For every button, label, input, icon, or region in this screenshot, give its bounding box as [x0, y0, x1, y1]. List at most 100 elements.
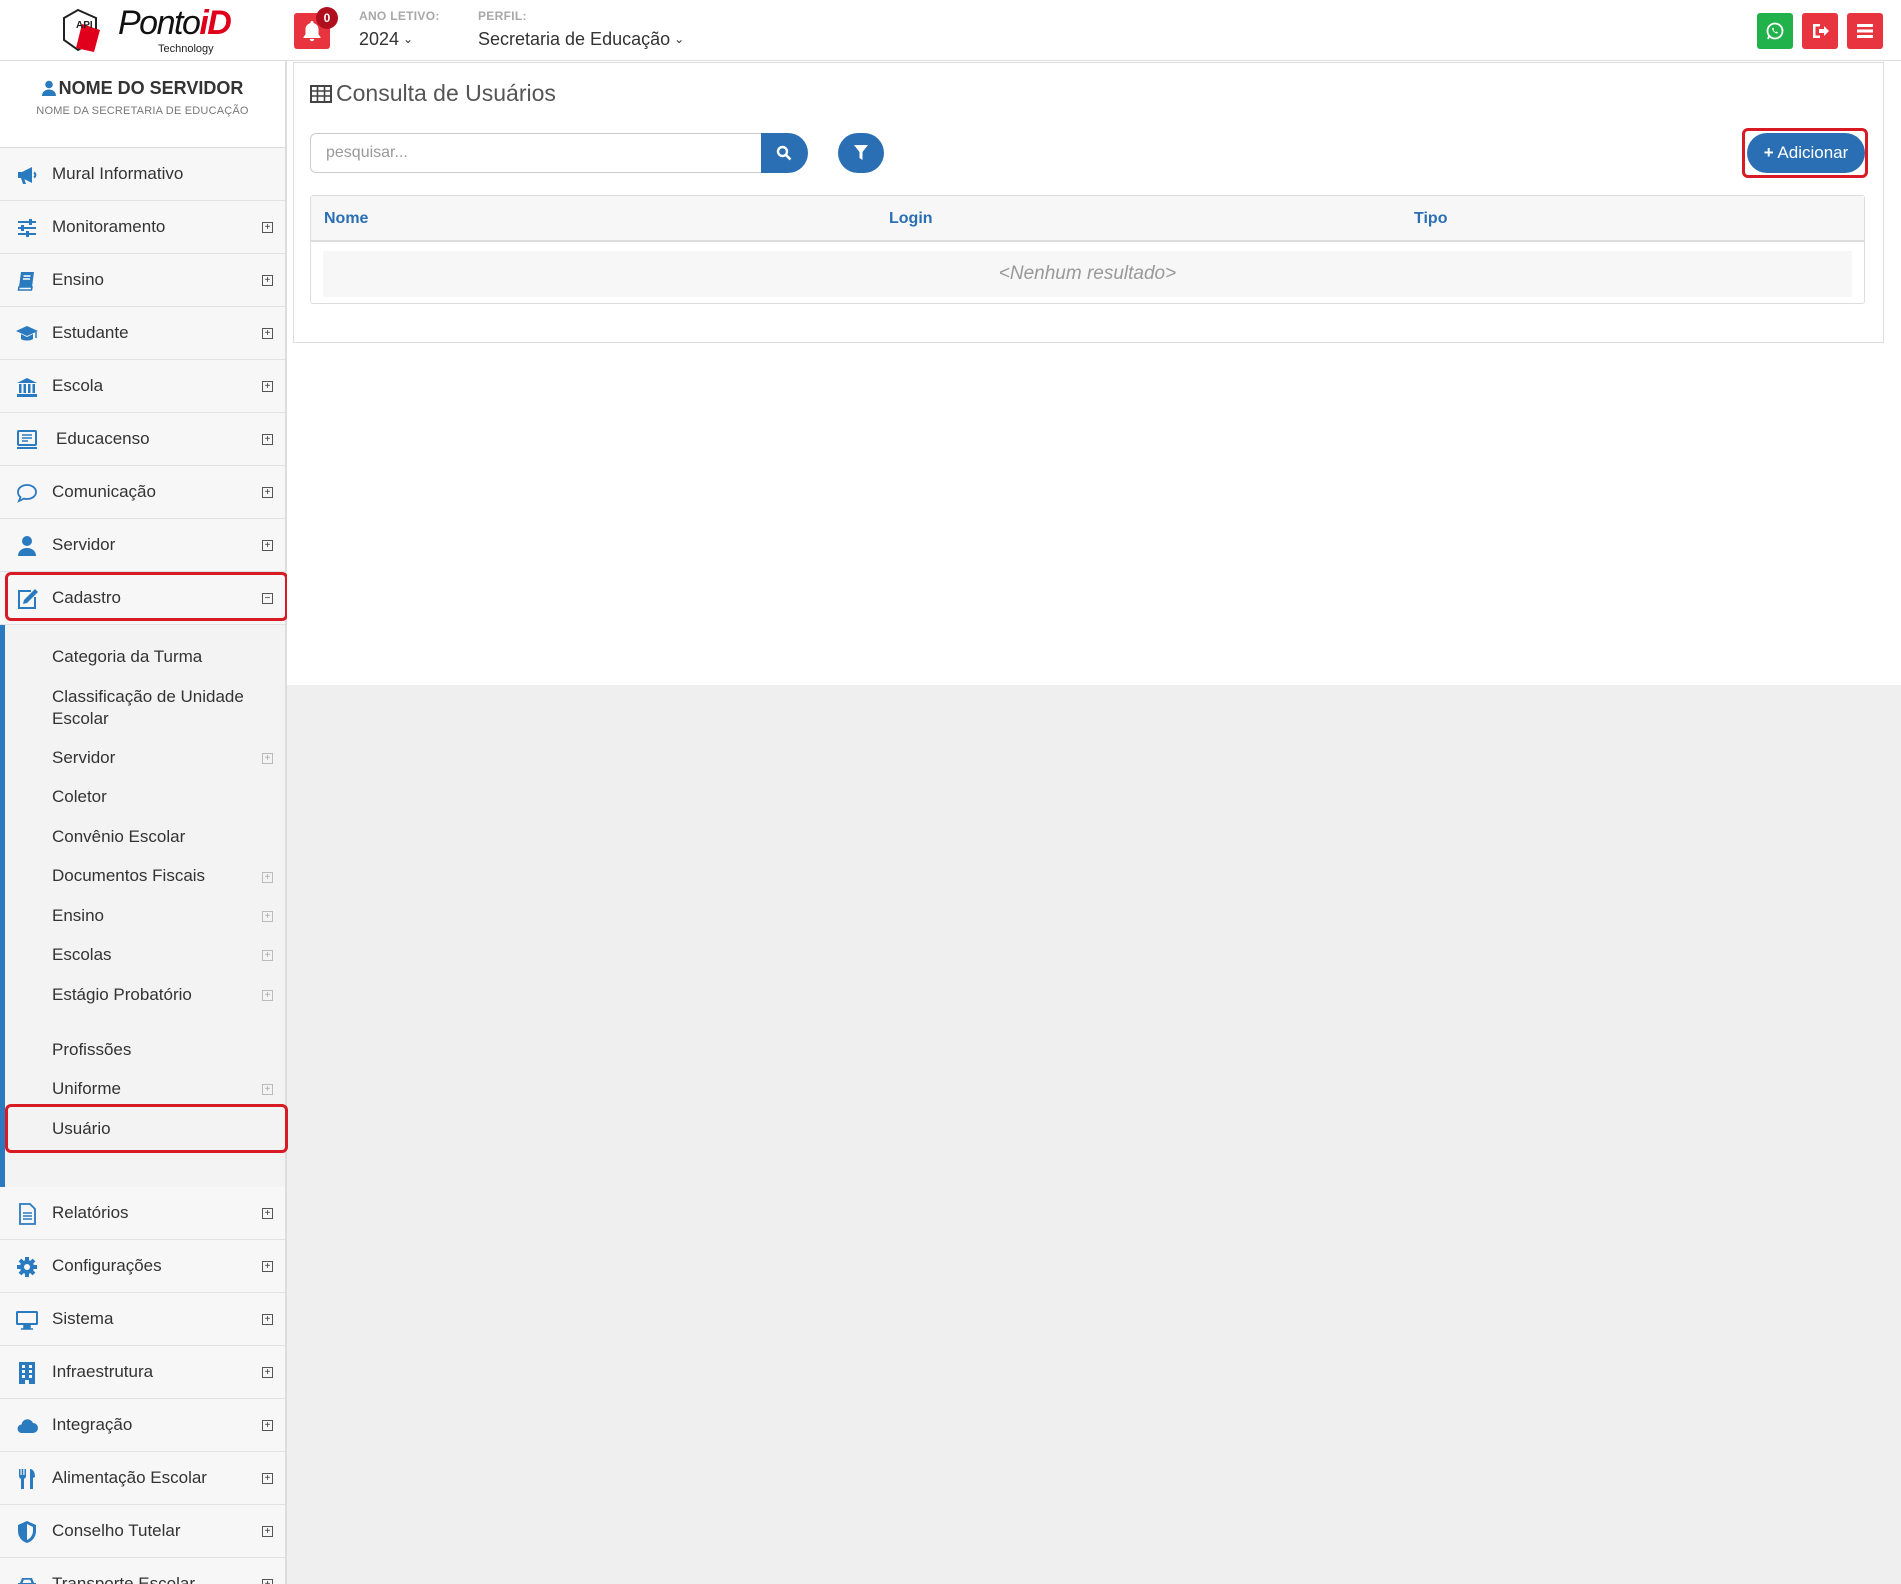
sidebar-item-servidor[interactable]: Servidor +	[0, 519, 285, 572]
sidebar-item-configuracoes[interactable]: Configurações +	[0, 1240, 285, 1293]
expand-icon[interactable]: +	[262, 1579, 273, 1584]
sidebar-item-label: Estudante	[52, 323, 129, 342]
sidebar-item-conselho-tutelar[interactable]: Conselho Tutelar +	[0, 1505, 285, 1558]
logo-brand-prefix: Ponto	[118, 4, 201, 42]
sidebar-item-estudante[interactable]: Estudante +	[0, 307, 285, 360]
sidebar-item-infraestrutura[interactable]: Infraestrutura +	[0, 1346, 285, 1399]
sidebar-item-sistema[interactable]: Sistema +	[0, 1293, 285, 1346]
submenu-item-convenio-escolar[interactable]: Convênio Escolar	[52, 827, 185, 847]
profile-select[interactable]: Secretaria de Educação ⌄	[478, 29, 684, 50]
logout-button[interactable]	[1802, 13, 1838, 49]
monitor-list-icon	[17, 430, 37, 449]
expand-icon[interactable]: +	[262, 275, 273, 286]
sidebar-item-educacenso[interactable]: Educacenso +	[0, 413, 285, 466]
expand-icon[interactable]: +	[262, 540, 273, 551]
cadastro-submenu: Categoria da Turma Classificação de Unid…	[0, 625, 285, 1187]
chevron-down-icon: ⌄	[674, 32, 685, 46]
filter-button[interactable]	[838, 133, 884, 173]
whatsapp-button[interactable]	[1757, 13, 1793, 49]
page-title: Consulta de Usuários	[310, 80, 556, 107]
sidebar-item-label: Monitoramento	[52, 217, 166, 236]
expand-icon[interactable]: +	[262, 1420, 273, 1431]
logo-subtitle: Technology	[158, 43, 214, 55]
highlight-usuario	[5, 1104, 288, 1153]
sidebar: NOME DO SERVIDOR NOME DA SECRETARIA DE E…	[0, 61, 287, 1584]
sidebar-item-integracao[interactable]: Integração +	[0, 1399, 285, 1452]
expand-icon[interactable]: +	[262, 222, 273, 233]
expand-icon[interactable]: +	[262, 487, 273, 498]
sidebar-item-label: Ensino	[52, 270, 104, 289]
expand-icon[interactable]: +	[262, 1367, 273, 1378]
search-input[interactable]	[310, 133, 762, 173]
gear-icon	[17, 1257, 37, 1277]
submenu-item-profissoes[interactable]: Profissões	[52, 1040, 131, 1060]
expand-icon[interactable]: +	[262, 434, 273, 445]
sidebar-item-label: Conselho Tutelar	[52, 1521, 181, 1540]
hamburger-icon	[1857, 24, 1873, 38]
logo[interactable]: API PontoiD Technology	[52, 0, 232, 61]
submenu-item-ensino[interactable]: Ensino	[52, 906, 104, 926]
sidebar-item-escola[interactable]: Escola +	[0, 360, 285, 413]
sidebar-item-alimentacao-escolar[interactable]: Alimentação Escolar +	[0, 1452, 285, 1505]
table-icon	[310, 85, 332, 103]
expand-icon[interactable]: +	[262, 1208, 273, 1219]
sidebar-item-label: Configurações	[52, 1256, 162, 1275]
user-name: NOME DO SERVIDOR	[58, 78, 244, 98]
desktop-icon	[16, 1311, 38, 1330]
year-value: 2024	[359, 29, 400, 49]
submenu-item-estagio-probatorio[interactable]: Estágio Probatório	[52, 985, 192, 1005]
sidebar-item-transporte-escolar[interactable]: Transporte Escolar +	[0, 1558, 285, 1584]
submenu-item-uniforme[interactable]: Uniforme	[52, 1079, 121, 1099]
submenu-item-escolas[interactable]: Escolas	[52, 945, 112, 965]
sidebar-item-ensino[interactable]: Ensino +	[0, 254, 285, 307]
expand-icon[interactable]: +	[262, 381, 273, 392]
sidebar-item-label: Alimentação Escolar	[52, 1468, 207, 1487]
expand-icon[interactable]: +	[262, 872, 273, 883]
search-button[interactable]	[761, 133, 808, 173]
sidebar-item-label: Mural Informativo	[52, 164, 184, 183]
expand-icon[interactable]: +	[262, 990, 273, 1001]
highlight-cadastro	[5, 572, 288, 621]
expand-icon[interactable]: +	[262, 753, 273, 764]
expand-icon[interactable]: +	[262, 950, 273, 961]
submenu-item-categoria-da-turma[interactable]: Categoria da Turma	[52, 647, 202, 667]
menu-button[interactable]	[1847, 13, 1883, 49]
sidebar-item-label: Servidor	[52, 535, 116, 554]
sidebar-item-comunicacao[interactable]: Comunicação +	[0, 466, 285, 519]
table-header: Nome Login Tipo	[311, 196, 1864, 242]
column-header-nome[interactable]: Nome	[324, 210, 368, 228]
megaphone-icon	[18, 167, 37, 184]
users-table: Nome Login Tipo <Nenhum resultado>	[310, 195, 1865, 304]
sidebar-item-label: Infraestrutura	[52, 1362, 154, 1381]
expand-icon[interactable]: +	[262, 1314, 273, 1325]
column-header-login[interactable]: Login	[889, 210, 933, 228]
sidebar-item-mural-informativo[interactable]: Mural Informativo	[0, 148, 285, 201]
profile-value: Secretaria de Educação	[478, 29, 671, 49]
sidebar-item-label: Comunicação	[52, 482, 156, 501]
submenu-item-documentos-fiscais[interactable]: Documentos Fiscais	[52, 866, 205, 886]
user-box: NOME DO SERVIDOR NOME DA SECRETARIA DE E…	[0, 61, 285, 148]
expand-icon[interactable]: +	[262, 1473, 273, 1484]
submenu-item-classificacao-unidade-escolar[interactable]: Classificação de Unidade Escolar	[52, 686, 262, 730]
sidebar-item-label: Escola	[52, 376, 104, 395]
book-icon	[17, 272, 34, 291]
expand-icon[interactable]: +	[262, 1261, 273, 1272]
cutlery-icon	[19, 1469, 35, 1489]
sidebar-item-monitoramento[interactable]: Monitoramento +	[0, 201, 285, 254]
submenu-item-coletor[interactable]: Coletor	[52, 787, 107, 807]
sidebar-item-relatorios[interactable]: Relatórios +	[0, 1187, 285, 1240]
expand-icon[interactable]: +	[262, 1526, 273, 1537]
car-icon	[18, 1578, 36, 1584]
year-label: ANO LETIVO:	[359, 9, 440, 23]
logo-api-label: API	[76, 20, 93, 31]
expand-icon[interactable]: +	[262, 1084, 273, 1095]
empty-result-row: <Nenhum resultado>	[323, 251, 1852, 297]
year-select[interactable]: 2024 ⌄	[359, 29, 413, 50]
user-icon	[41, 80, 56, 96]
graduation-cap-icon	[16, 326, 38, 341]
expand-icon[interactable]: +	[262, 911, 273, 922]
submenu-item-servidor[interactable]: Servidor	[52, 748, 115, 768]
expand-icon[interactable]: +	[262, 328, 273, 339]
highlight-add-button	[1742, 128, 1868, 178]
column-header-tipo[interactable]: Tipo	[1414, 210, 1447, 228]
